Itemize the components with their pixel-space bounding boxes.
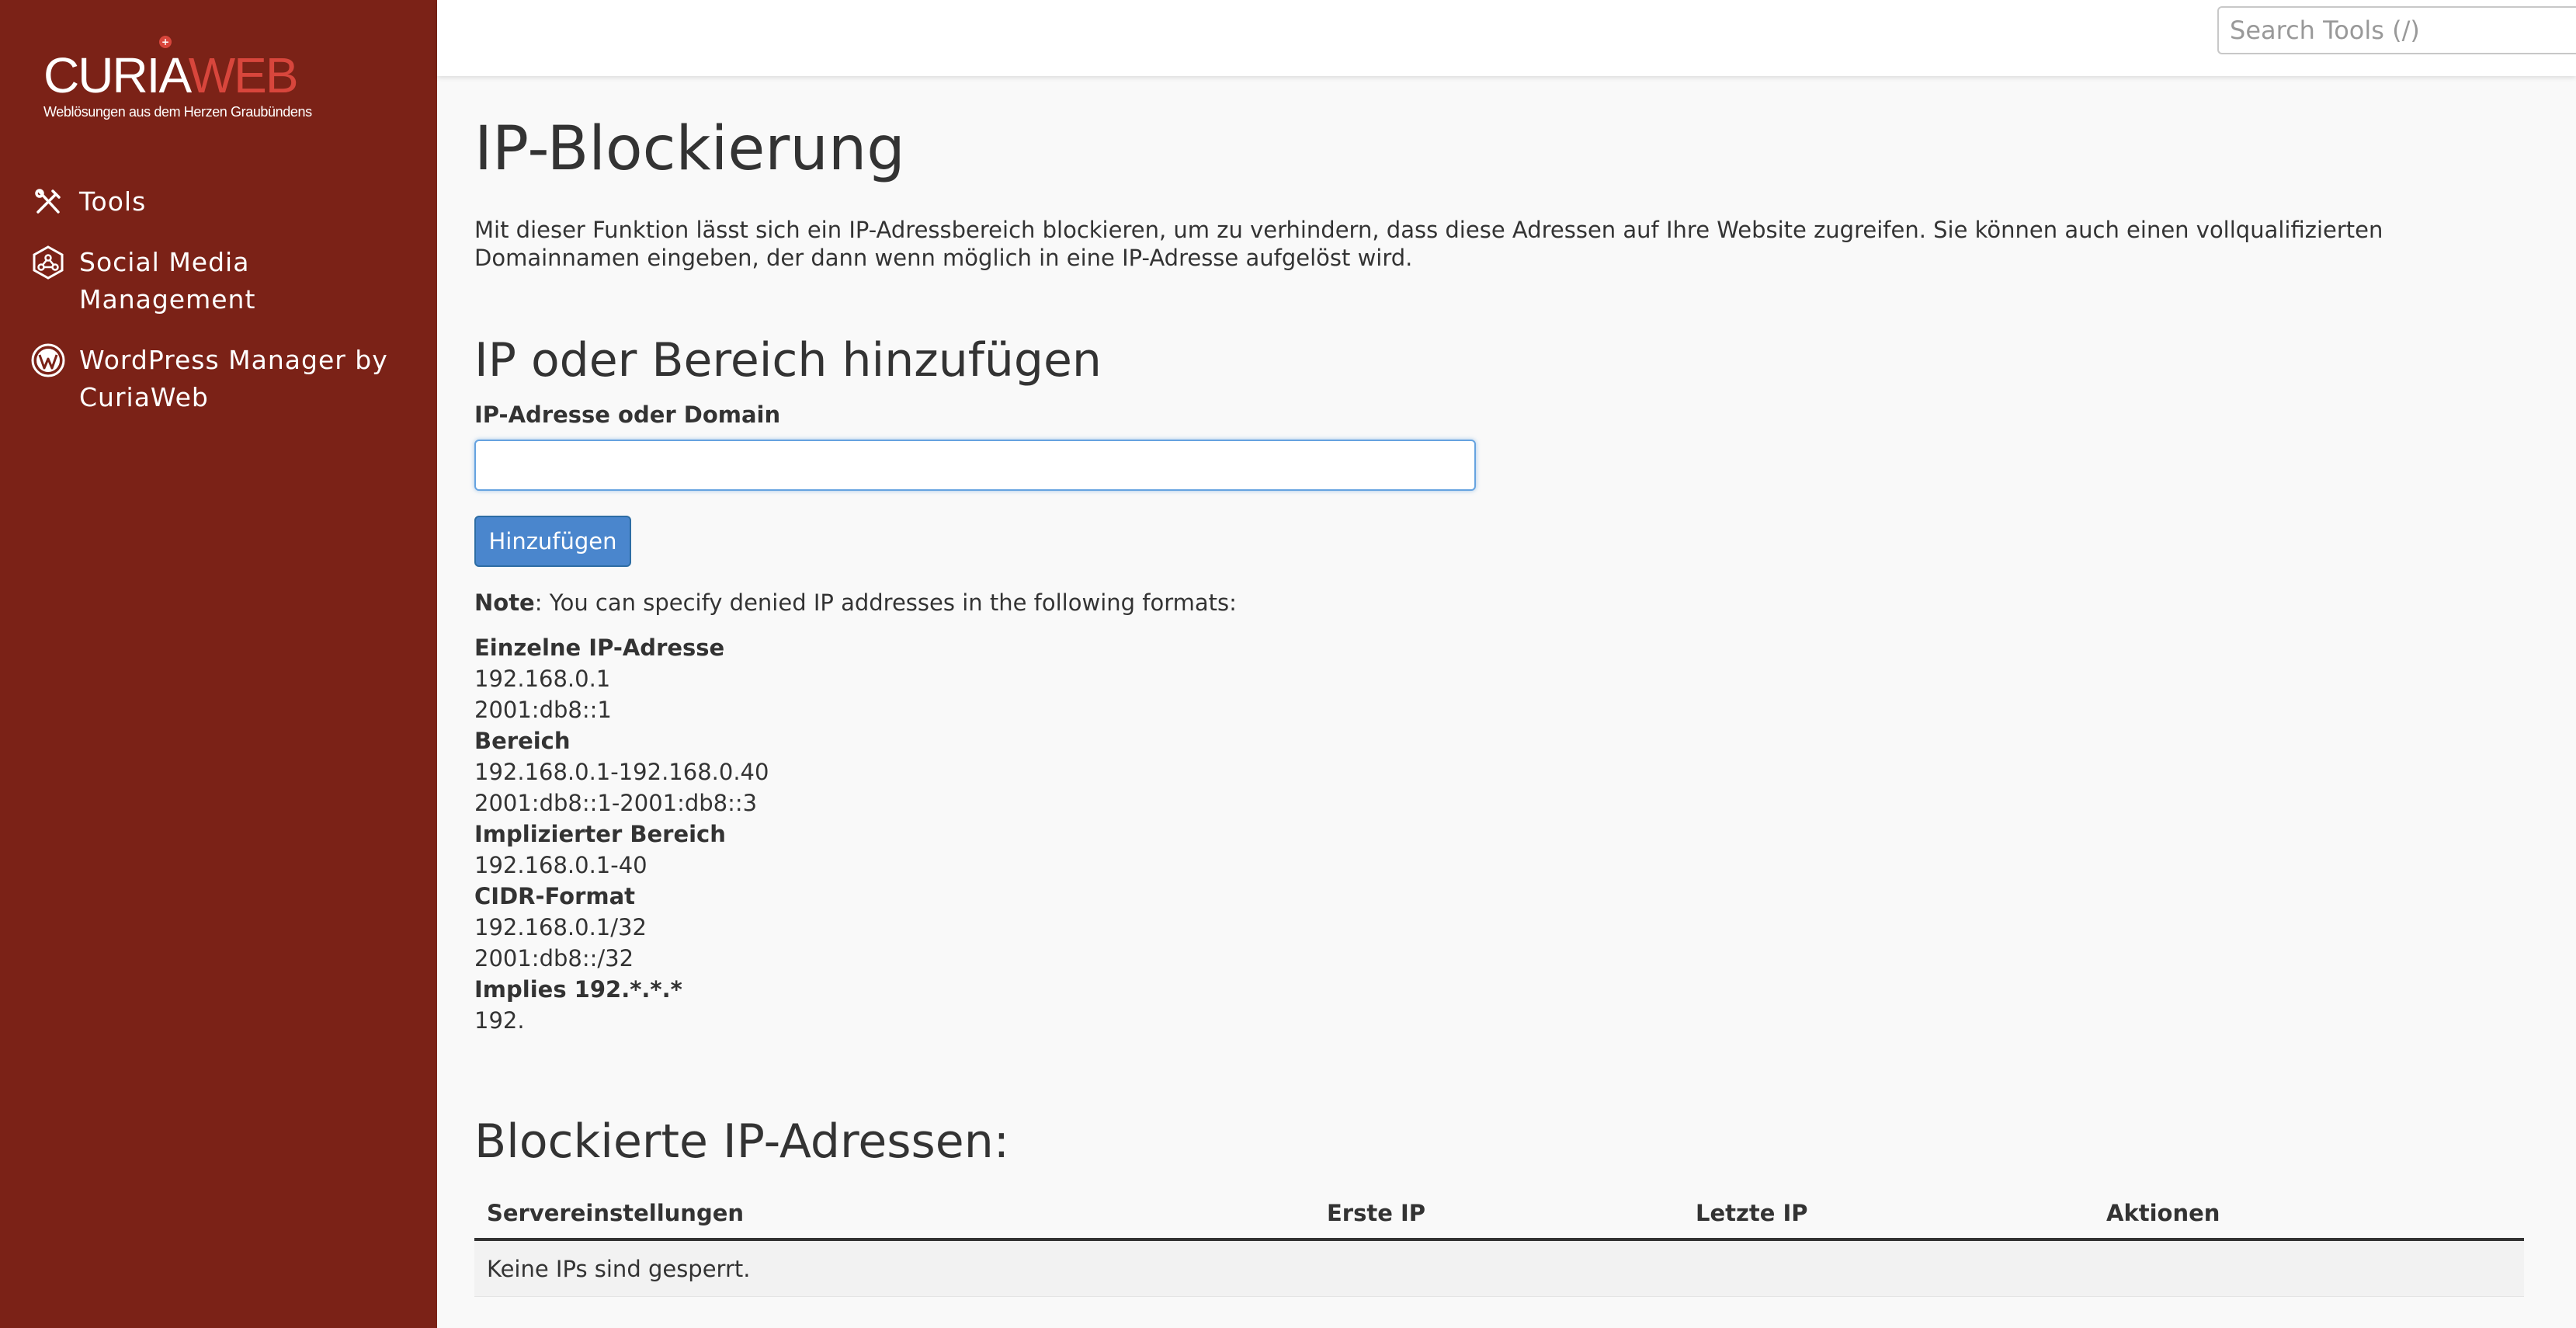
column-header-erste-ip[interactable]: Erste IP (1327, 1191, 1425, 1235)
blocked-section-title: Blockierte IP-Adressen: (474, 1114, 1009, 1169)
format-example: 192.168.0.1-192.168.0.40 (474, 759, 769, 785)
sidebar: + CURIAWEB Weblösungen aus dem Herzen Gr… (0, 0, 437, 1328)
ip-field-label: IP-Adresse oder Domain (474, 402, 781, 428)
social-media-icon (30, 244, 67, 281)
format-heading: Einzelne IP-Adresse (474, 634, 725, 661)
curiaweb-logo[interactable]: + CURIAWEB Weblösungen aus dem Herzen Gr… (43, 36, 354, 129)
format-example: 192. (474, 1007, 525, 1034)
sidebar-item-label: WordPress Manager by CuriaWeb (79, 345, 388, 412)
note-text: : You can specify denied IP addresses in… (534, 589, 1237, 616)
logo-wordmark: CURIAWEB (43, 47, 299, 103)
tools-icon (30, 183, 67, 221)
column-header-aktionen: Aktionen (2106, 1200, 2220, 1226)
table-header: Servereinstellungen Erste IP Letzte IP A… (474, 1191, 2524, 1241)
column-header-servereinstellungen[interactable]: Servereinstellungen (487, 1191, 744, 1235)
sidebar-nav: Tools Social Media Management WordPress … (0, 183, 437, 440)
format-example: 2001:db8::1 (474, 697, 612, 723)
logo-cross-icon: + (159, 36, 172, 48)
ip-address-input[interactable] (474, 440, 1476, 491)
format-note: Note: You can specify denied IP addresse… (474, 589, 1237, 617)
format-list: Einzelne IP-Adresse 192.168.0.1 2001:db8… (474, 632, 769, 1036)
format-heading: CIDR-Format (474, 883, 636, 909)
search-tools-input[interactable] (2217, 6, 2576, 54)
add-button[interactable]: Hinzufügen (474, 516, 631, 567)
column-header-letzte-ip[interactable]: Letzte IP (1696, 1191, 1808, 1235)
add-section-title: IP oder Bereich hinzufügen (474, 333, 1102, 388)
logo-tagline: Weblösungen aus dem Herzen Graubündens (43, 104, 312, 120)
wordpress-icon (30, 342, 67, 379)
sidebar-item-wordpress-manager[interactable]: WordPress Manager by CuriaWeb (0, 342, 437, 416)
table-row-empty: Keine IPs sind gesperrt. (474, 1241, 2524, 1297)
note-label: Note (474, 589, 535, 616)
format-example: 2001:db8::1-2001:db8::3 (474, 790, 758, 816)
top-bar (437, 0, 2576, 76)
format-example: 192.168.0.1/32 (474, 914, 647, 940)
sidebar-item-label: Tools (79, 186, 147, 217)
format-heading: Implizierter Bereich (474, 821, 726, 847)
format-example: 192.168.0.1 (474, 666, 611, 692)
format-heading: Bereich (474, 728, 571, 754)
format-heading: Implies 192.*.*.* (474, 976, 682, 1003)
format-example: 2001:db8::/32 (474, 945, 634, 972)
page-title: IP-Blockierung (474, 114, 905, 184)
format-example: 192.168.0.1-40 (474, 852, 647, 878)
blocked-ip-table: Servereinstellungen Erste IP Letzte IP A… (474, 1191, 2524, 1297)
empty-message: Keine IPs sind gesperrt. (487, 1256, 751, 1282)
sidebar-item-label: Social Media Management (79, 247, 256, 315)
sidebar-item-tools[interactable]: Tools (0, 183, 437, 221)
sidebar-item-social-media[interactable]: Social Media Management (0, 244, 437, 318)
page-description: Mit dieser Funktion lässt sich ein IP-Ad… (474, 217, 2383, 271)
